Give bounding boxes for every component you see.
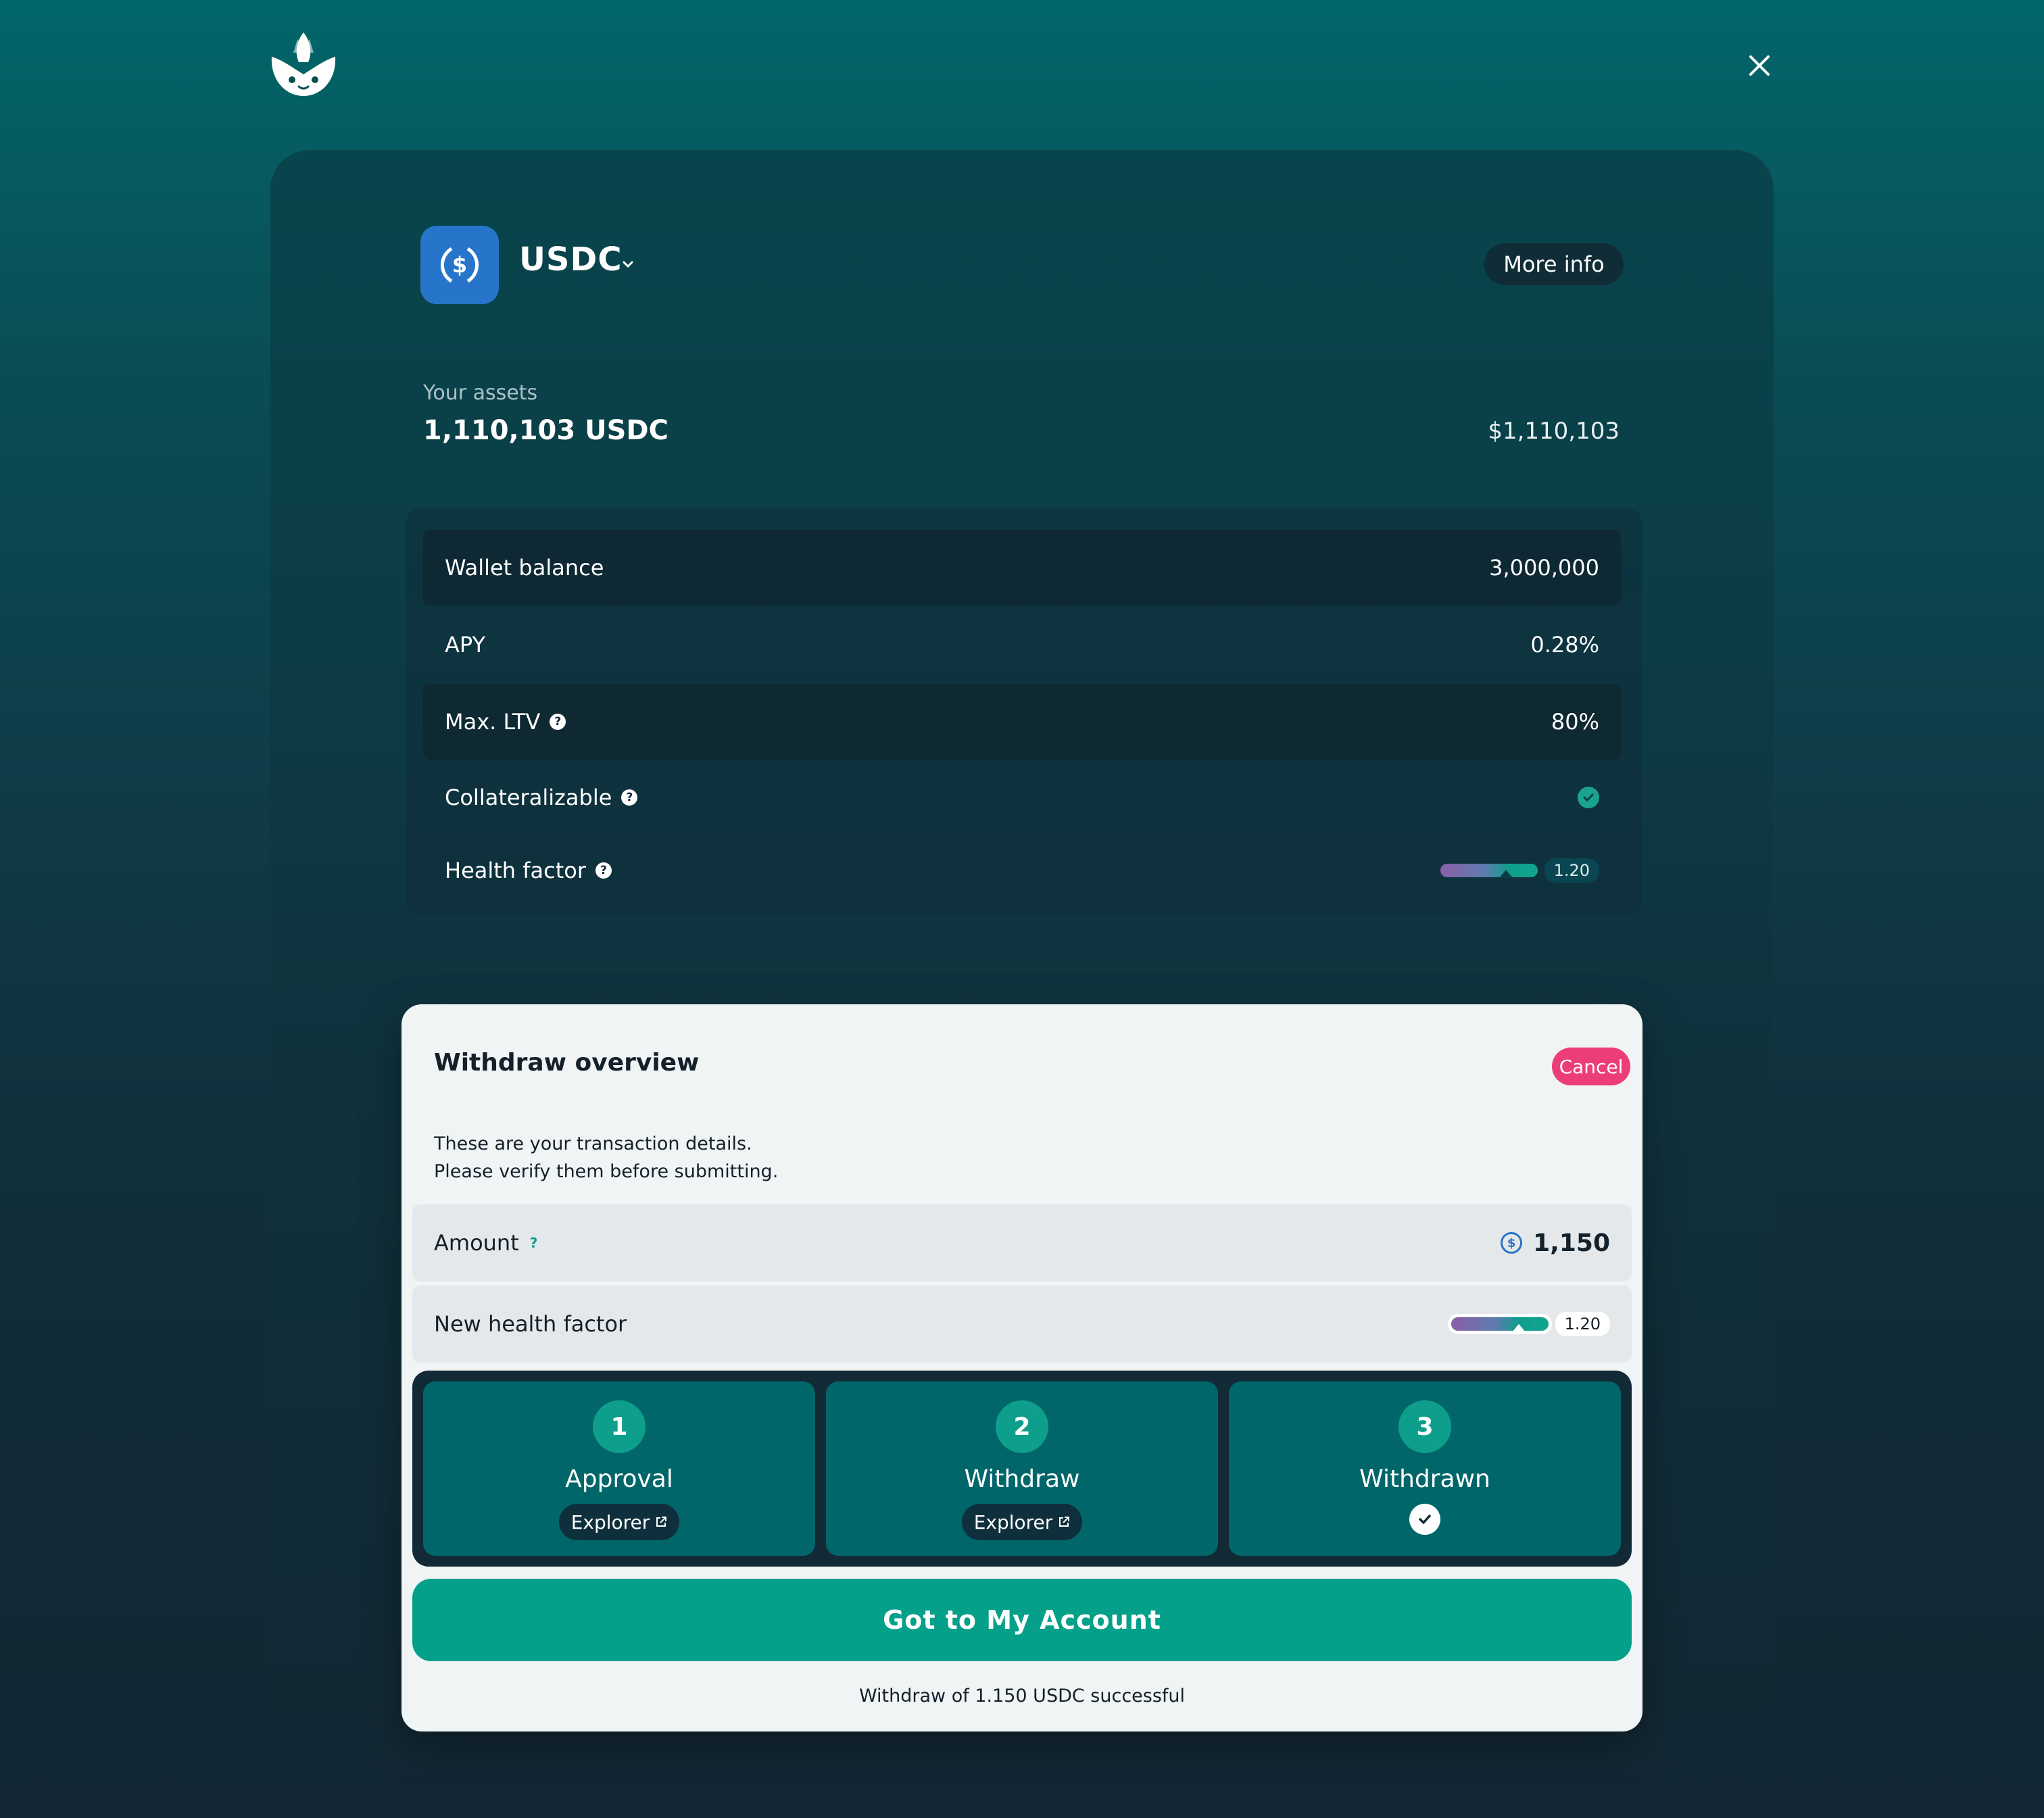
go-to-account-button[interactable]: Got to My Account [412,1579,1632,1661]
health-factor-indicator: 1.20 [1440,858,1599,883]
health-factor-marker [1499,870,1513,878]
svg-text:$: $ [452,252,467,278]
cancel-button[interactable]: Cancel [1552,1048,1630,1085]
step-number: 3 [1398,1400,1451,1453]
step-approval: 1 Approval Explorer [423,1381,815,1556]
usdc-coin-icon: $ [1501,1232,1523,1254]
new-health-factor-value: 1.20 [1555,1312,1610,1336]
assets-label: Your assets [423,381,538,405]
new-health-factor-row: New health factor 1.20 [412,1285,1632,1362]
success-message: Withdraw of 1.150 USDC successful [858,1686,1186,1706]
stat-label-group: Max. LTV ? [445,709,566,735]
step-title: Withdrawn [1359,1465,1490,1493]
stat-row-wallet-balance: Wallet balance 3,000,000 [423,530,1621,606]
explorer-label: Explorer [570,1510,650,1533]
amount-value: 1,150 [1533,1229,1610,1257]
new-health-factor-label: New health factor [434,1311,627,1337]
stat-label: Collateralizable [445,785,612,810]
check-icon [1409,1504,1440,1535]
question-icon[interactable]: ? [550,714,566,730]
amount-label: Amount [434,1230,519,1256]
step-number: 1 [593,1400,646,1453]
stat-value: 0.28% [1530,632,1599,658]
step-title: Withdraw [964,1465,1080,1493]
assets-amount: 1,110,103 USDC [423,415,668,446]
step-title: Approval [565,1465,673,1493]
lotus-logo-icon[interactable] [269,32,338,97]
health-factor-value: 1.20 [1544,858,1599,883]
new-health-factor-indicator: 1.20 [1451,1312,1610,1336]
modal-description: These are your transaction details. Plea… [434,1133,779,1182]
more-info-button[interactable]: More info [1484,243,1624,285]
amount-label-group: Amount ? [434,1230,537,1256]
stat-value: 3,000,000 [1489,555,1599,581]
stat-label: APY [445,632,486,658]
external-link-icon [1059,1517,1070,1527]
explorer-label: Explorer [973,1510,1053,1533]
usdc-icon: $ [420,226,499,304]
modal-title: Withdraw overview [434,1049,700,1077]
stat-label: Health factor [445,858,586,883]
question-icon[interactable]: ? [595,862,612,879]
stat-label-group: Health factor ? [445,858,612,883]
stat-row-max-ltv: Max. LTV ? 80% [423,684,1621,760]
amount-row: Amount ? $ 1,150 [412,1204,1632,1281]
chevron-down-icon[interactable] [619,255,637,273]
new-health-factor-marker [1513,1324,1526,1331]
stat-row-collateralizable: Collateralizable ? [423,760,1621,835]
stat-label: Wallet balance [445,555,604,581]
stat-label-group: Collateralizable ? [445,785,638,810]
amount-value-group: $ 1,150 [1501,1229,1610,1257]
close-icon[interactable] [1744,50,1775,81]
explorer-link[interactable]: Explorer [558,1504,680,1540]
token-name[interactable]: USDC [519,241,623,278]
new-health-factor-bar [1451,1317,1549,1331]
stat-value: 80% [1551,709,1599,735]
step-number: 2 [996,1400,1048,1453]
question-icon[interactable]: ? [530,1235,538,1251]
step-withdrawn: 3 Withdrawn [1229,1381,1621,1556]
stat-row-apy: APY 0.28% [423,607,1621,683]
stat-row-health-factor: Health factor ? 1.20 [423,833,1621,908]
explorer-link[interactable]: Explorer [961,1504,1083,1540]
assets-usd-value: $1,110,103 [1488,418,1620,445]
check-circle-icon [1578,787,1599,808]
external-link-icon [656,1517,667,1527]
step-withdraw: 2 Withdraw Explorer [826,1381,1218,1556]
question-icon[interactable]: ? [621,789,638,806]
health-factor-bar [1440,864,1538,878]
stat-label: Max. LTV [445,709,541,735]
